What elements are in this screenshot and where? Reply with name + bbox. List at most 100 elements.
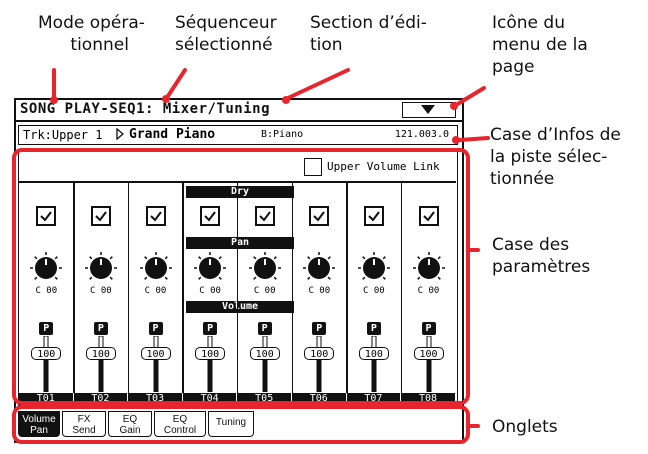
dry-checkbox-t02[interactable] [90,206,111,226]
play-status-badge[interactable]: P [257,322,272,335]
checkmark-icon [313,211,326,222]
track-label: T05 [237,393,291,405]
checkmark-icon [422,211,435,222]
tab-tuning[interactable]: Tuning [208,411,254,437]
volume-value: 100 [195,347,226,360]
play-status-badge[interactable]: P [93,322,108,335]
volume-value: 100 [140,347,171,360]
tab-label: Control [163,425,197,436]
checkmark-icon [40,211,53,222]
track-label: T06 [292,393,346,405]
dry-checkbox-t07[interactable] [363,206,384,226]
callout-track-info-box: Case d’Infos de la piste sélec- tionnée [490,125,621,189]
channel-divider [73,182,75,393]
channel-divider [346,182,348,393]
checkmark-icon [258,211,271,222]
dry-checkbox-t03[interactable] [145,206,166,226]
dry-checkbox-t05[interactable] [254,206,275,226]
dry-checkbox-t04[interactable] [200,206,221,226]
tab-eq-gain[interactable]: EQ Gain [108,411,152,437]
tab-volume-pan[interactable]: Volume Pan [18,411,60,437]
play-status-badge[interactable]: P [203,322,218,335]
volume-value: 100 [249,347,280,360]
callout-operating-mode: Mode opéra- tionnel [38,13,145,55]
volume-fader-t05[interactable] [260,336,270,392]
pointer-line [458,136,490,142]
play-status-badge[interactable]: P [421,322,436,335]
sound-bank: B:Piano [261,129,304,140]
volume-fader-t06[interactable] [314,336,324,392]
volume-value: 100 [413,347,444,360]
pointer-line [166,68,187,98]
tab-label: EQ [172,414,188,425]
volume-fader-t07[interactable] [369,336,379,392]
volume-fader-t01[interactable] [41,336,51,392]
callout-selected-sequencer: Séquenceur sélectionné [175,13,277,55]
pan-knob-t01[interactable] [29,251,63,283]
pan-value: C 00 [417,286,440,296]
volume-value: 100 [358,347,389,360]
pan-knob-t07[interactable] [357,251,391,283]
tab-label: Send [72,425,96,436]
pan-knob-t05[interactable] [248,251,282,283]
dry-checkbox-t06[interactable] [309,206,330,226]
tab-eq-control[interactable]: EQ Control [154,411,206,437]
track-label: T04 [182,393,237,405]
volume-label: Volume [186,301,294,313]
play-status-badge[interactable]: P [366,322,381,335]
tab-label: Volume [22,414,56,425]
callout-parameters-box: Case des paramètres [492,235,591,277]
callout-tabs: Onglets [492,417,558,437]
play-status-badge[interactable]: P [148,322,163,335]
dry-checkbox-t08[interactable] [418,206,439,226]
track-label: T08 [401,393,455,405]
callout-page-menu-icon: Icône du menu de la page [492,13,588,77]
tab-label: FX [77,414,91,425]
parameters-box: Upper Volume Link Dry Pan Volume C 00 P 10… [18,150,458,406]
pan-value: C 00 [35,286,58,296]
pan-value: C 00 [308,286,331,296]
track-label: T02 [73,393,128,405]
checkmark-icon [95,211,107,222]
play-status-badge[interactable]: P [39,322,54,335]
page-title: SONG PLAY-SEQ1: Mixer/Tuning [20,101,271,117]
triangle-down-icon [421,105,435,114]
tab-label: Tuning [215,417,247,428]
triangle-right-icon [116,128,124,140]
play-status-badge[interactable]: P [312,322,327,335]
upper-volume-link-label: Upper Volume Link [327,160,440,173]
pan-knob-t04[interactable] [193,251,227,283]
volume-value: 100 [85,347,116,360]
pan-knob-t03[interactable] [139,251,173,283]
pan-value: C 00 [144,286,167,296]
volume-value: 100 [304,347,335,360]
tab-bar: Volume Pan FX Send EQ Gain EQ Control Tuning [18,411,458,439]
volume-fader-t03[interactable] [151,336,161,392]
display-screen: SONG PLAY-SEQ1: Mixer/Tuning Trk:Upper 1… [14,98,464,443]
volume-value: 100 [31,347,62,360]
callout-edit-section: Section d’édi- tion [310,13,427,55]
volume-fader-t04[interactable] [205,336,215,392]
track-label: T01 [19,393,73,405]
tab-fx-send[interactable]: FX Send [62,411,106,437]
dry-label: Dry [186,186,294,198]
channel-divider [182,182,184,393]
song-position: 121.003.0 [394,129,449,140]
volume-fader-t08[interactable] [424,336,434,392]
sound-name: Grand Piano [129,127,216,142]
pan-knob-t08[interactable] [412,251,446,283]
track-label: T03 [128,393,182,405]
page-menu-button[interactable] [402,102,456,118]
pan-value: C 00 [90,286,112,296]
tab-label: EQ [122,414,138,425]
dry-checkbox-t01[interactable] [36,206,57,226]
pan-knob-t06[interactable] [302,251,336,283]
channel-divider [236,182,239,393]
channel-divider [291,182,293,393]
volume-fader-t02[interactable] [96,336,106,392]
track-info-box: Trk:Upper 1 Grand Piano B:Piano 121.003.… [18,125,458,145]
pan-knob-t02[interactable] [84,251,118,283]
channel-divider [400,182,403,393]
pan-value: C 00 [363,286,385,296]
upper-volume-link-checkbox[interactable] [304,158,322,176]
